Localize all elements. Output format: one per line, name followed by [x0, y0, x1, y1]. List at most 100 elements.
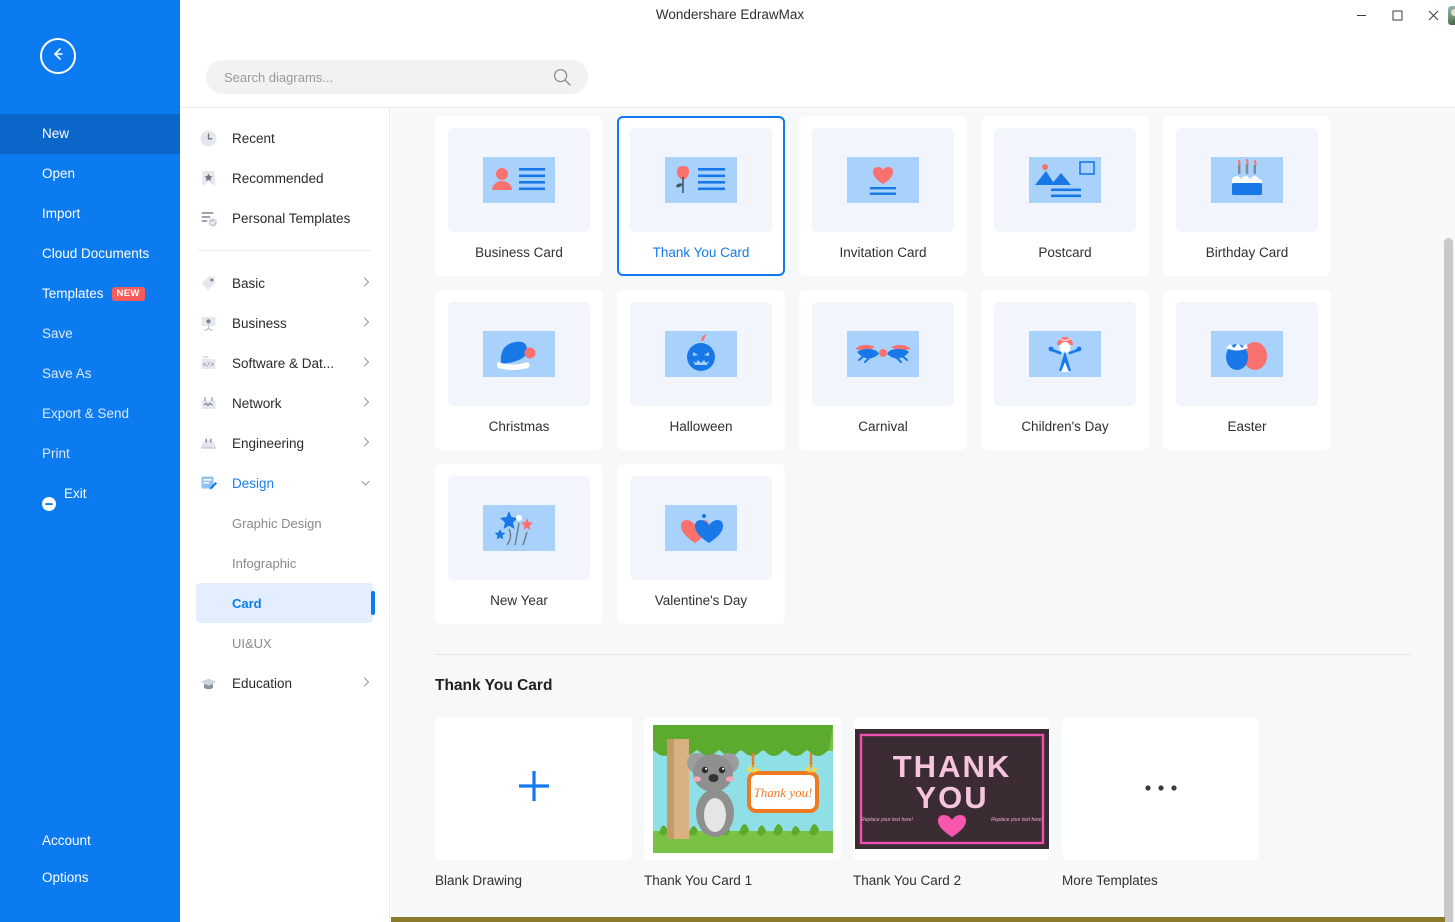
- easter-thumb: [1176, 302, 1318, 406]
- type-card-label: Invitation Card: [839, 245, 927, 260]
- template-label: More Templates: [1062, 873, 1158, 888]
- sidebar-item-templates[interactable]: Templates NEW: [0, 274, 180, 314]
- sub-label-infographic: Infographic: [232, 555, 297, 571]
- sidebar-item-save-as[interactable]: Save As: [0, 354, 180, 394]
- category-item-design[interactable]: Design: [180, 463, 389, 503]
- presentation-icon: [198, 313, 218, 333]
- type-card-childrens-day[interactable]: Children's Day: [981, 290, 1149, 450]
- search-box[interactable]: [206, 60, 588, 94]
- type-card-halloween[interactable]: Halloween: [617, 290, 785, 450]
- sidebar-item-export-send[interactable]: Export & Send: [0, 394, 180, 434]
- type-card-easter[interactable]: Easter: [1163, 290, 1331, 450]
- template-card-thank-you-card-2[interactable]: THANK YOU Replace your text here! Replac…: [853, 717, 1050, 888]
- exit-icon: [42, 487, 56, 511]
- category-item-business[interactable]: Business: [180, 303, 389, 343]
- category-label-engineering: Engineering: [232, 435, 305, 451]
- category-item-engineering[interactable]: Engineering: [180, 423, 389, 463]
- type-card-business-card[interactable]: Business Card: [435, 116, 603, 276]
- sidebar-item-cloud-documents[interactable]: Cloud Documents: [0, 234, 180, 274]
- design-doc-icon: [198, 473, 218, 493]
- sidebar-item-options[interactable]: Options: [0, 859, 180, 896]
- sidebar-item-print[interactable]: Print: [0, 434, 180, 474]
- application-window: New Open Import Cloud Documents Template…: [0, 0, 1455, 922]
- sidebar-label-options: Options: [42, 870, 89, 885]
- search-icon[interactable]: [552, 67, 572, 87]
- search-input[interactable]: [224, 60, 544, 94]
- maximize-button[interactable]: [1379, 0, 1415, 30]
- type-card-label: Carnival: [858, 419, 908, 434]
- valentines-day-thumb: [630, 476, 772, 580]
- category-item-recent[interactable]: Recent: [180, 118, 389, 158]
- chevron-down-icon: [360, 476, 371, 491]
- bottom-edge-strip: [391, 917, 1445, 922]
- star-bookmark-icon: [198, 168, 218, 188]
- type-card-label: Birthday Card: [1205, 245, 1289, 260]
- close-button[interactable]: [1415, 0, 1451, 30]
- category-panel: Recent Recommended Personal Templates Ba…: [180, 108, 390, 922]
- minimize-button[interactable]: [1343, 0, 1379, 30]
- invitation-card-thumb: [812, 128, 954, 232]
- template-card-blank-drawing[interactable]: Blank Drawing: [435, 717, 632, 888]
- category-item-personal-templates[interactable]: Personal Templates: [180, 198, 389, 238]
- sub-item-ui-ux[interactable]: UI&UX: [180, 623, 389, 663]
- sidebar-item-import[interactable]: Import: [0, 194, 180, 234]
- sidebar-label-templates: Templates: [42, 286, 104, 301]
- category-item-software-database[interactable]: </> Software & Dat...: [180, 343, 389, 383]
- koala-thank-you-thumb: Thank you!: [644, 717, 841, 860]
- sub-item-graphic-design[interactable]: Graphic Design: [180, 503, 389, 543]
- category-item-recommended[interactable]: Recommended: [180, 158, 389, 198]
- sidebar-label-account: Account: [42, 833, 91, 848]
- type-card-thank-you-card[interactable]: Thank You Card: [617, 116, 785, 276]
- sidebar-item-save[interactable]: Save: [0, 314, 180, 354]
- category-item-network[interactable]: Network: [180, 383, 389, 423]
- personal-templates-icon: [198, 208, 218, 228]
- sidebar-label-new: New: [42, 126, 70, 141]
- type-card-birthday-card[interactable]: Birthday Card: [1163, 116, 1331, 276]
- sidebar-item-account[interactable]: Account: [0, 822, 180, 859]
- type-card-carnival[interactable]: Carnival: [799, 290, 967, 450]
- sidebar-item-new[interactable]: New: [0, 114, 180, 154]
- category-label-recommended: Recommended: [232, 170, 324, 186]
- back-button[interactable]: [40, 38, 76, 74]
- sidebar-item-open[interactable]: Open: [0, 154, 180, 194]
- type-card-valentines-day[interactable]: Valentine's Day: [617, 464, 785, 624]
- sidebar-nav-list: New Open Import Cloud Documents Template…: [0, 114, 180, 514]
- category-item-basic[interactable]: Basic: [180, 263, 389, 303]
- template-label: Blank Drawing: [435, 873, 523, 888]
- ellipsis-icon: [1143, 780, 1179, 798]
- sub-item-card[interactable]: Card: [196, 583, 375, 623]
- type-card-new-year[interactable]: New Year: [435, 464, 603, 624]
- templates-new-badge: NEW: [111, 287, 145, 302]
- vertical-scrollbar-track[interactable]: [1444, 238, 1453, 922]
- christmas-thumb: [448, 302, 590, 406]
- sub-label-ui-ux: UI&UX: [232, 635, 272, 651]
- chevron-right-icon: [362, 676, 371, 691]
- template-card-thank-you-card-1[interactable]: Thank you! Thank You Card 1: [644, 717, 841, 888]
- type-card-postcard[interactable]: Postcard: [981, 116, 1149, 276]
- vertical-scrollbar-thumb[interactable]: [1444, 238, 1453, 922]
- main-content: Business Card Thank You Card Invitation …: [391, 108, 1455, 922]
- template-card-more-templates[interactable]: More Templates: [1062, 717, 1259, 888]
- category-label-design: Design: [232, 475, 275, 491]
- type-card-label: New Year: [490, 593, 548, 608]
- chevron-right-icon: [362, 316, 371, 331]
- type-card-christmas[interactable]: Christmas: [435, 290, 603, 450]
- type-card-invitation-card[interactable]: Invitation Card: [799, 116, 967, 276]
- category-item-education[interactable]: Education: [180, 663, 389, 703]
- thank-you-card-thumb: [630, 128, 772, 232]
- back-arrow-icon: [49, 45, 67, 68]
- business-card-thumb: [448, 128, 590, 232]
- type-card-label: Halloween: [669, 419, 733, 434]
- category-label-education: Education: [232, 675, 293, 691]
- window-controls: [1343, 0, 1451, 30]
- blank-drawing-thumb: [435, 717, 632, 860]
- sub-label-card: Card: [232, 595, 262, 611]
- postcard-thumb: [994, 128, 1136, 232]
- thank-you-2-thumb: THANK YOU Replace your text here! Replac…: [853, 717, 1050, 860]
- sub-item-infographic[interactable]: Infographic: [180, 543, 389, 583]
- title-bar: Wondershare EdrawMax: [180, 0, 1455, 30]
- sidebar-item-exit[interactable]: Exit: [0, 474, 180, 514]
- category-label-recent: Recent: [232, 130, 275, 146]
- type-card-label: Valentine's Day: [654, 593, 748, 608]
- type-card-label: Christmas: [488, 419, 550, 434]
